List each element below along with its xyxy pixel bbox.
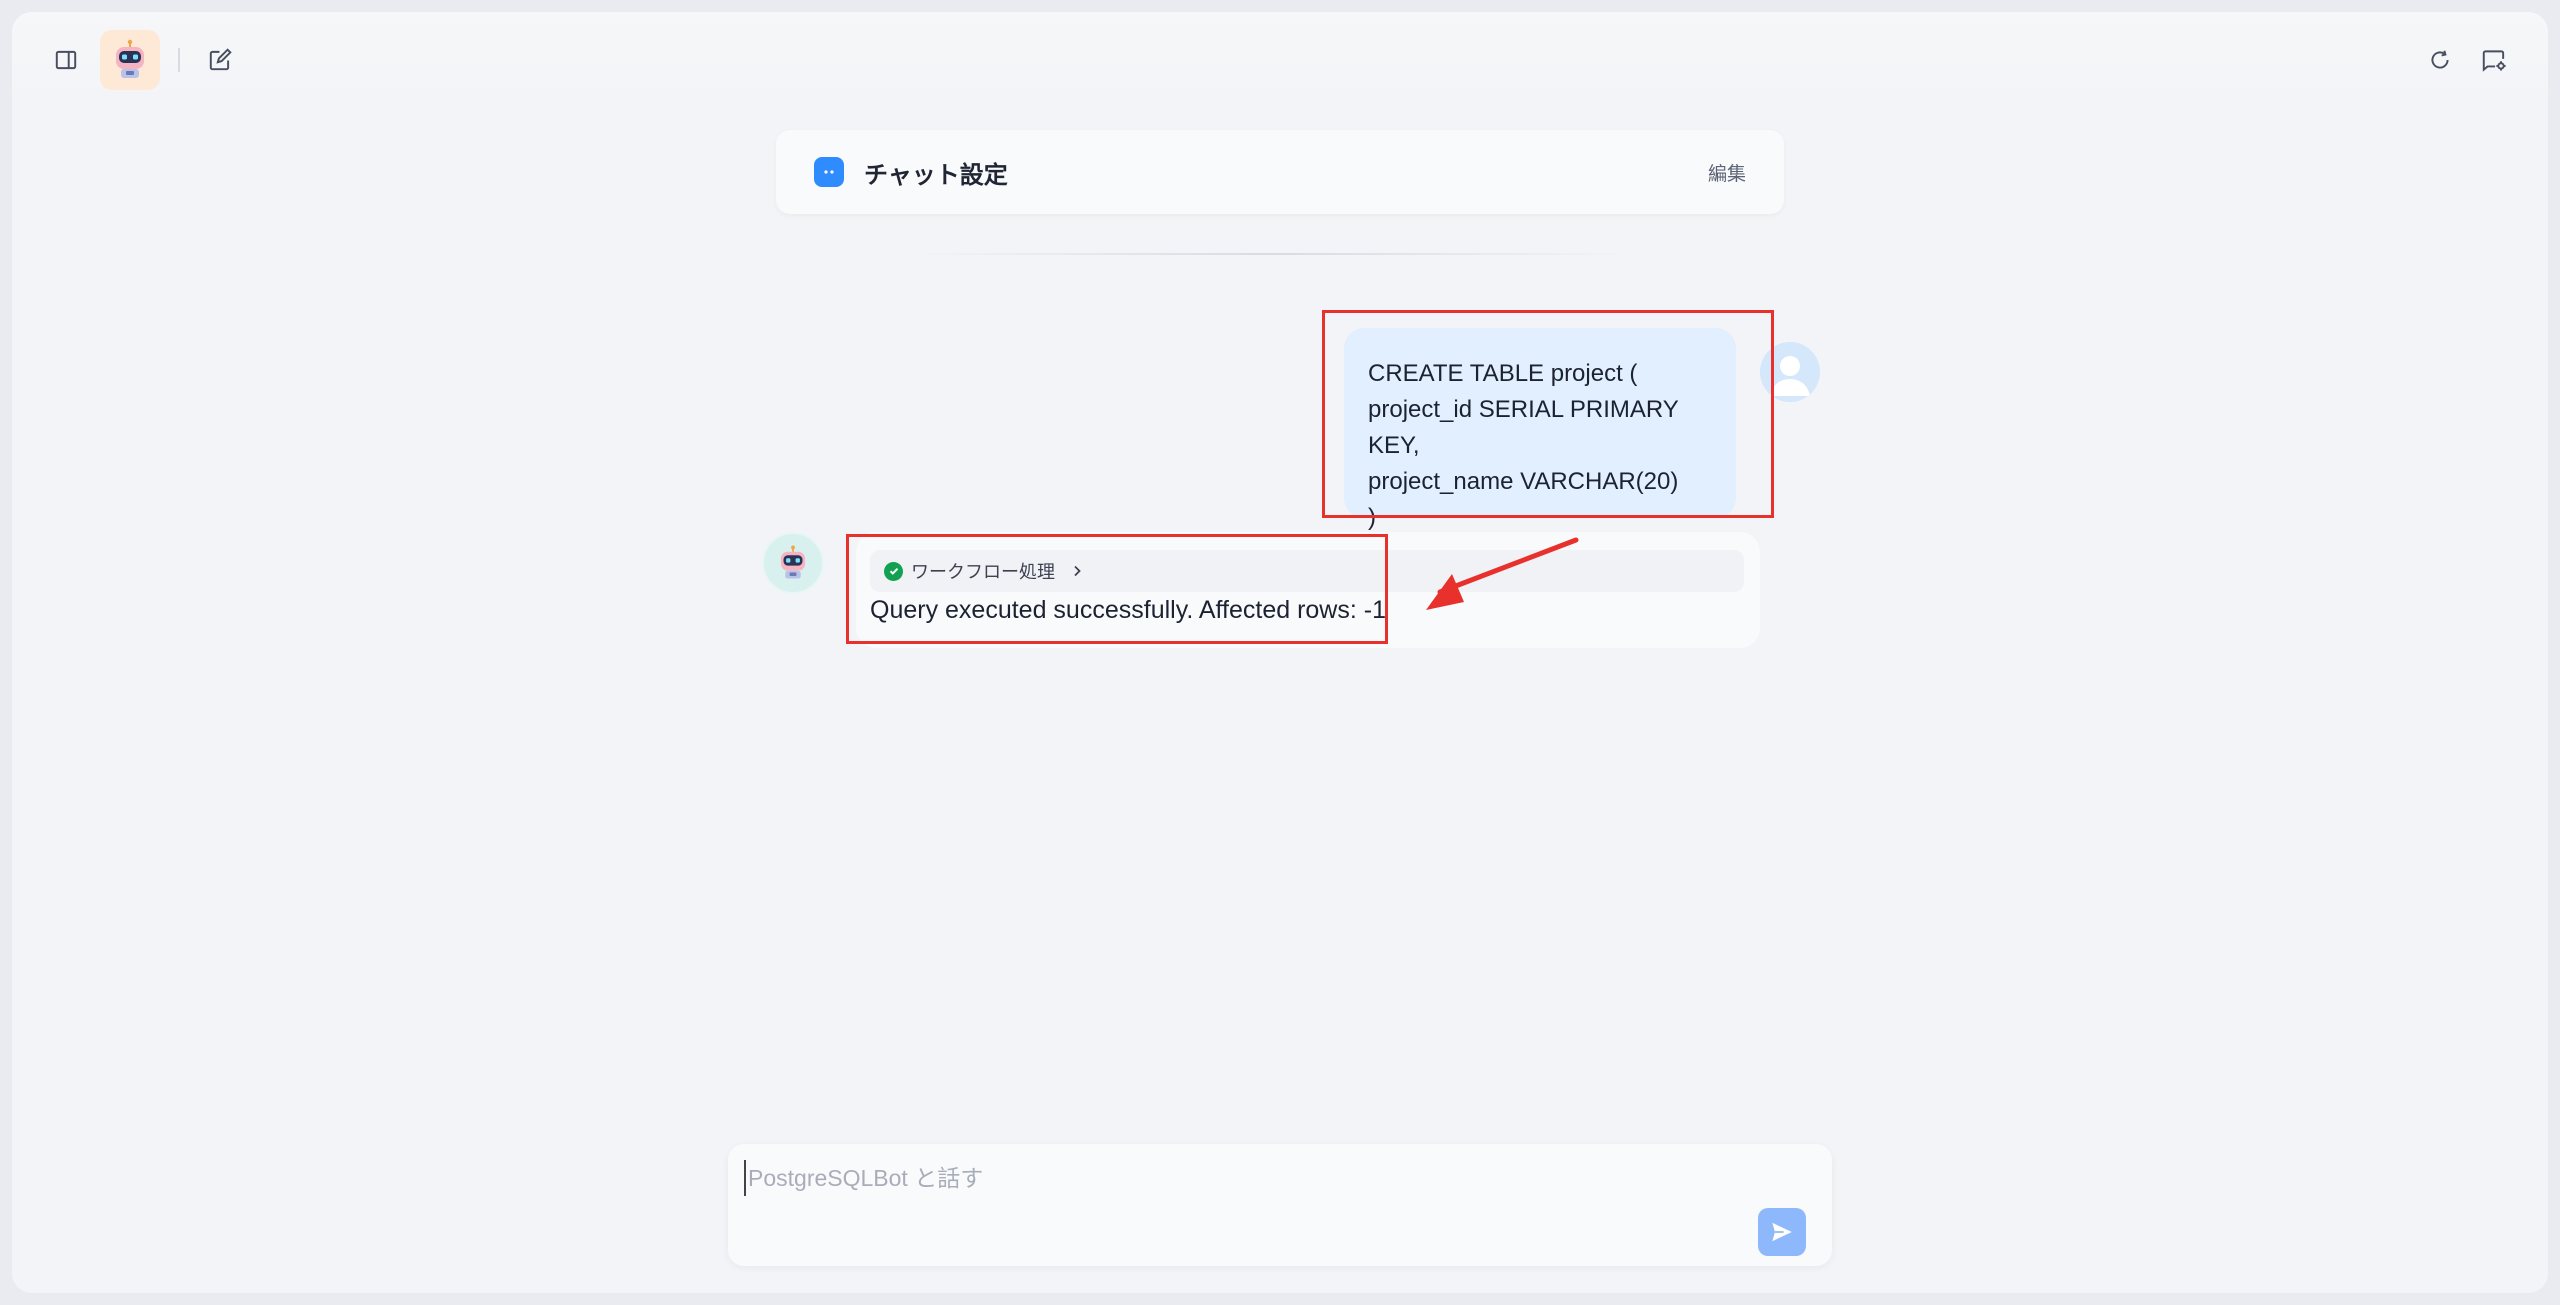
- app-window: チャット設定 編集 CREATE TABLE project ( project…: [12, 12, 2548, 1293]
- user-message-line: project_id SERIAL PRIMARY KEY,: [1368, 396, 1679, 459]
- chat-settings-edit-button[interactable]: 編集: [1708, 159, 1746, 186]
- top-bar: [12, 12, 2548, 108]
- header-actions: [2414, 34, 2520, 86]
- workflow-process-toggle[interactable]: ワークフロー処理: [870, 550, 1744, 592]
- new-chat-button[interactable]: [194, 34, 246, 86]
- annotation-arrow: [1426, 537, 1579, 610]
- settings-divider: [912, 253, 1632, 255]
- chevron-right-icon: [1071, 564, 1083, 578]
- chat-settings-card: チャット設定 編集: [776, 130, 1784, 214]
- robot-icon: [116, 39, 144, 78]
- edit-square-icon: [209, 48, 232, 71]
- user-avatar: [1760, 342, 1820, 402]
- send-button[interactable]: [1758, 1208, 1806, 1256]
- sidebar-toggle-button[interactable]: [40, 34, 92, 86]
- workflow-label: ワークフロー処理: [911, 562, 1055, 582]
- send-icon: [1772, 1222, 1792, 1242]
- sidebar-panel-icon: [55, 50, 77, 70]
- user-icon: [1770, 356, 1810, 396]
- chat-input[interactable]: [744, 1160, 1744, 1196]
- user-message-line: project_name VARCHAR(20): [1368, 468, 1679, 495]
- restart-button[interactable]: [2414, 34, 2466, 86]
- bot-message-text: Query executed successfully. Affected ro…: [870, 596, 1386, 624]
- bot-message-bubble: ワークフロー処理 Query executed successfully. Af…: [856, 532, 1760, 648]
- message-composer: [728, 1144, 1832, 1266]
- chat-bubble-icon: [814, 157, 844, 187]
- chat-settings-icon: [2482, 50, 2506, 72]
- app-avatar[interactable]: [100, 30, 160, 90]
- user-message-line: CREATE TABLE project (: [1368, 360, 1638, 387]
- chat-settings-button[interactable]: [2468, 34, 2520, 86]
- check-circle-icon: [884, 561, 903, 581]
- bot-avatar: [762, 532, 824, 594]
- chat-settings-title: チャット設定: [864, 161, 1008, 189]
- user-message-bubble: CREATE TABLE project ( project_id SERIAL…: [1344, 328, 1736, 531]
- robot-icon: [780, 545, 806, 579]
- refresh-icon: [2431, 50, 2449, 69]
- header-divider: [178, 48, 180, 72]
